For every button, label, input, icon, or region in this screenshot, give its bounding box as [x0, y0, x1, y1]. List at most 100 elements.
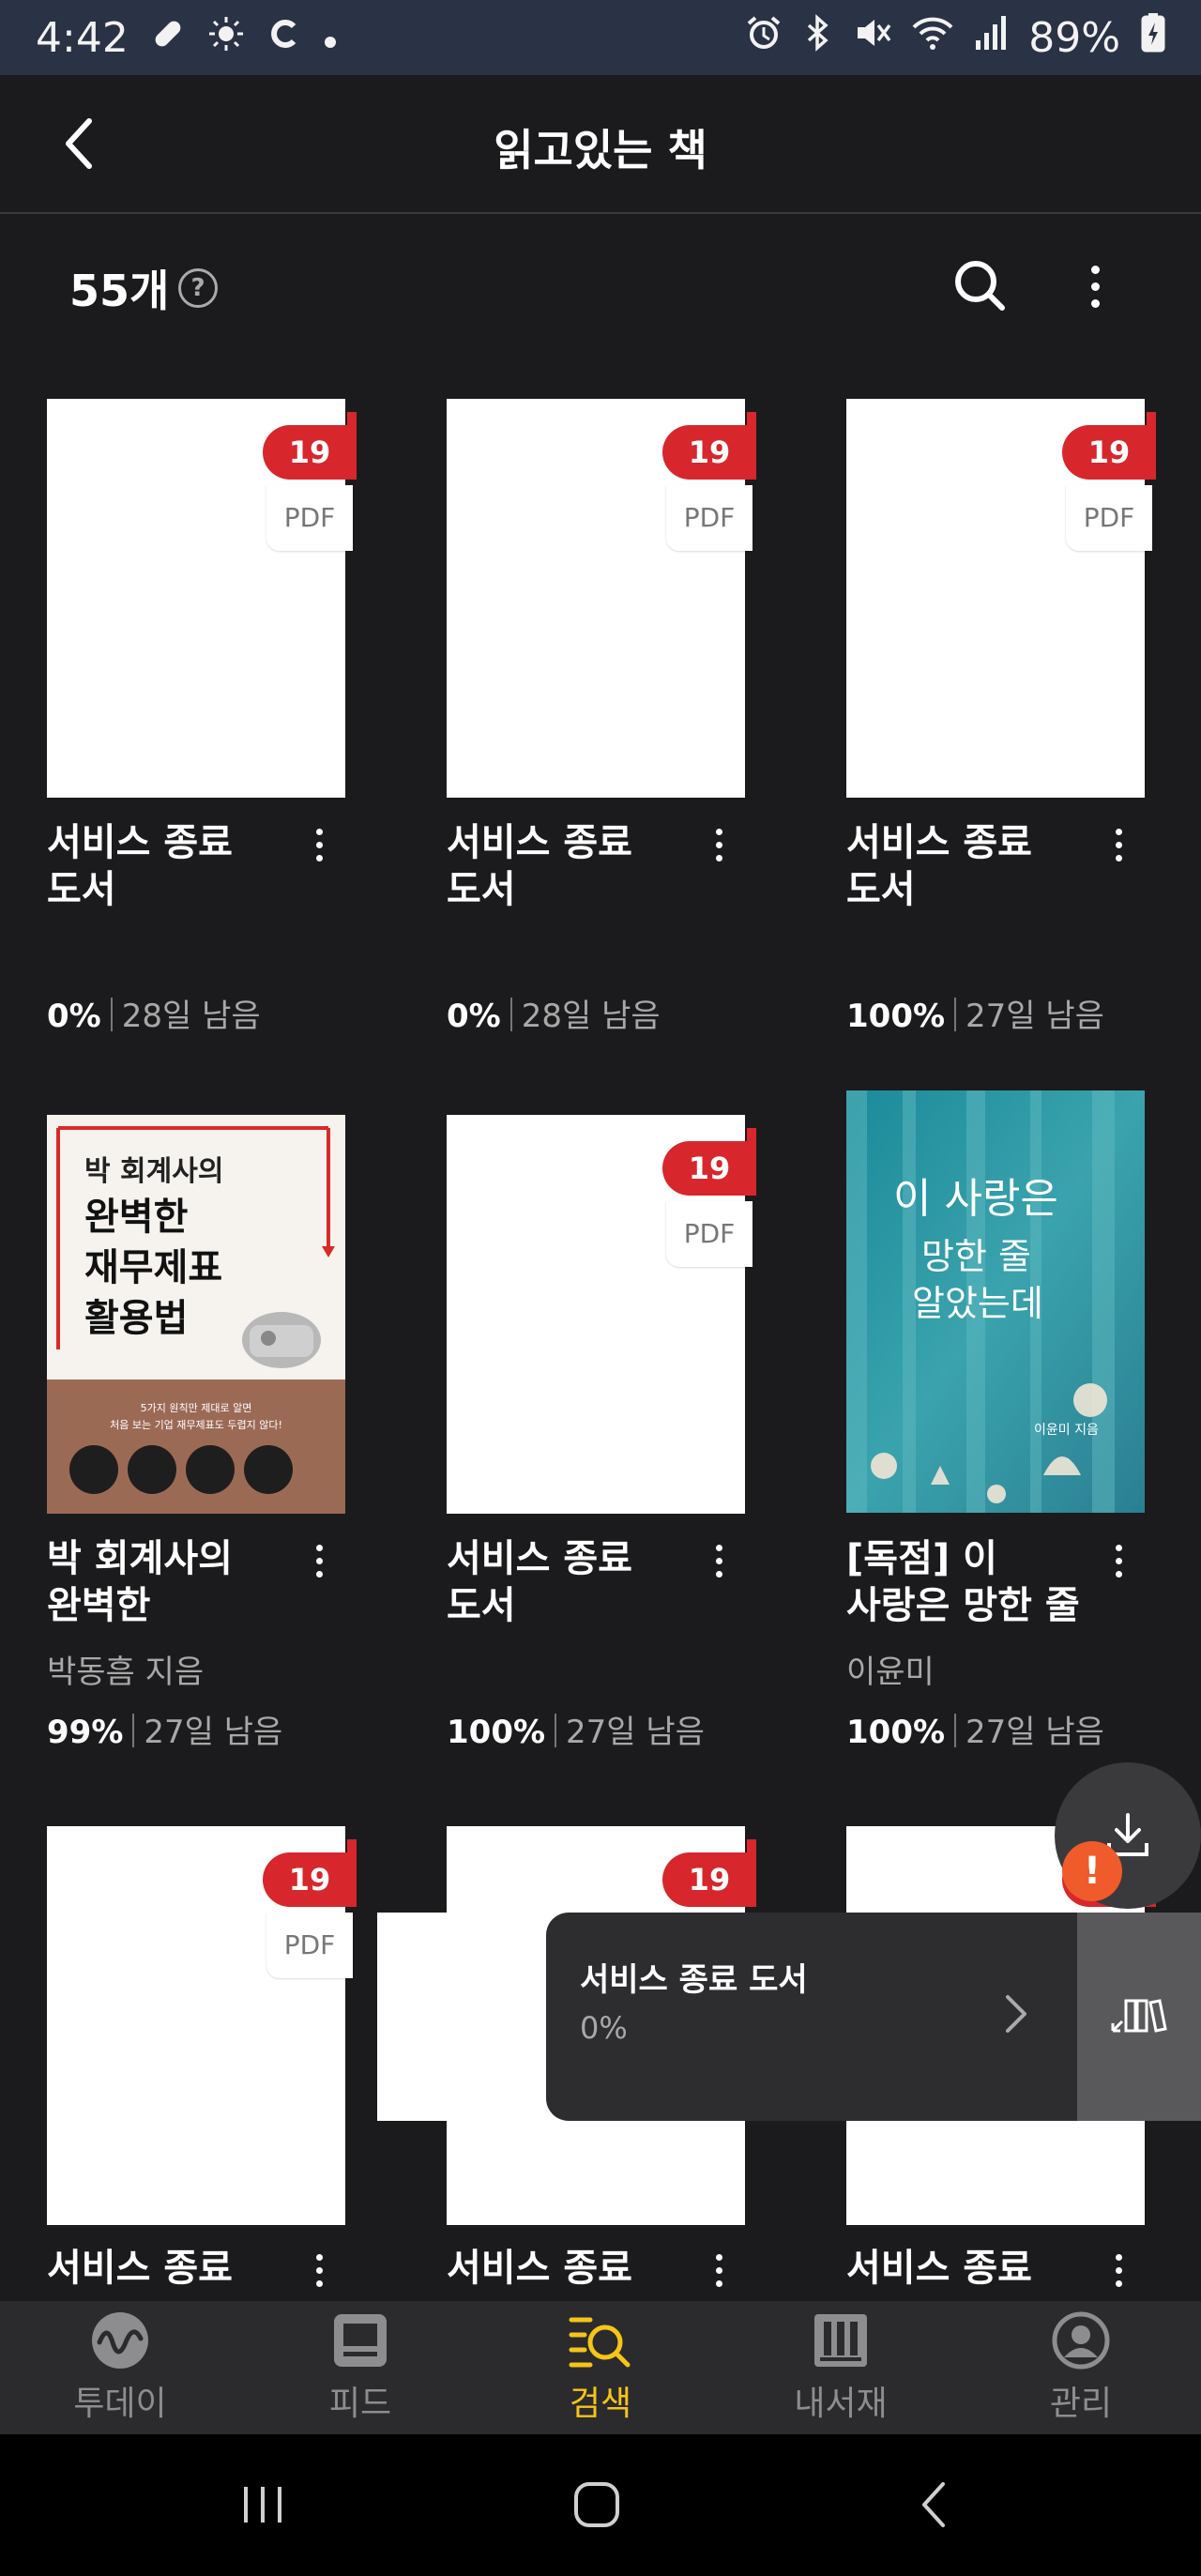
- book-title[interactable]: [독점] 이 사랑은 망한 줄: [846, 1535, 1100, 1629]
- search-button[interactable]: [948, 253, 1013, 319]
- pdf-format-tag: PDF: [1066, 485, 1152, 551]
- pdf-format-tag: PDF: [266, 485, 353, 551]
- system-navigation-bar: [0, 2434, 1201, 2576]
- alarm-icon: [745, 14, 783, 62]
- nav-label: 관리: [1049, 2385, 1113, 2423]
- book-cover[interactable]: 19 PDF: [447, 399, 756, 798]
- bluetooth-icon: [803, 13, 833, 62]
- book-cover[interactable]: 19 PDF: [47, 399, 357, 798]
- signal-icon: [974, 14, 1008, 62]
- cover-text-4: 활용법: [84, 1296, 188, 1340]
- cover-text-3: 알았는데: [912, 1283, 1043, 1324]
- book-progress: 100% 27일 남음: [846, 998, 1104, 1035]
- book-more-button[interactable]: [705, 821, 733, 868]
- nav-manage[interactable]: 관리: [961, 2301, 1201, 2434]
- book-more-button[interactable]: [705, 2247, 733, 2294]
- nav-library[interactable]: 내서재: [721, 2301, 961, 2434]
- accounting-book-cover-image: 박 회계사의 완벽한 재무제표 활용법 5가지 원칙만 제대로 알면 처음 보는…: [47, 1115, 345, 1514]
- book-cover[interactable]: 19 PDF: [447, 1115, 756, 1514]
- help-icon[interactable]: ?: [178, 268, 218, 308]
- nav-today[interactable]: 투데이: [0, 2301, 240, 2434]
- book-title[interactable]: 서비스 종료 도서: [846, 819, 1100, 913]
- book-more-button[interactable]: [305, 821, 333, 868]
- go-to-library-button[interactable]: [1077, 1913, 1201, 2121]
- bookshelf-icon: [1111, 1999, 1167, 2033]
- adult-19-badge: 19: [263, 412, 357, 480]
- cover-text-2: 완벽한: [84, 1195, 189, 1239]
- book-title[interactable]: 서비스 종료: [47, 2245, 300, 2292]
- book-title[interactable]: 서비스 종료 도서: [447, 819, 700, 913]
- battery-icon: [1141, 12, 1165, 63]
- romance-book-cover-image: 이 사랑은 망한 줄 알았는데 이윤미 지음: [846, 1090, 1145, 1513]
- book-item[interactable]: 19 PDF 서비스 종료 도서 100% 27일 남음: [447, 1115, 766, 1753]
- bandage-icon: [149, 15, 187, 61]
- sun-icon: [207, 15, 245, 61]
- home-button[interactable]: [559, 2472, 634, 2538]
- book-cover-romance[interactable]: 이 사랑은 망한 줄 알았는데 이윤미 지음: [846, 1090, 1145, 1513]
- status-bar: 4:42 89%: [0, 0, 1201, 75]
- book-title[interactable]: 서비스 종료 도서: [47, 819, 300, 913]
- recent-apps-button[interactable]: [225, 2472, 300, 2538]
- alert-badge-icon: !: [1062, 1841, 1122, 1901]
- status-time: 4:42: [36, 13, 129, 62]
- book-author: 이윤미: [846, 1654, 935, 1691]
- system-back-button[interactable]: [897, 2472, 972, 2538]
- book-title[interactable]: 서비스 종료: [447, 2245, 700, 2292]
- book-more-button[interactable]: [705, 1537, 733, 1584]
- adult-19-badge: 19: [662, 1839, 756, 1907]
- book-more-button[interactable]: [305, 1537, 333, 1584]
- nav-label: 검색: [569, 2385, 632, 2423]
- continue-reading-title: 서비스 종료 도서: [580, 1961, 808, 1999]
- adult-19-badge: 19: [662, 1128, 756, 1196]
- book-cover[interactable]: 19 PDF: [846, 399, 1156, 798]
- book-progress: 99% 27일 남음: [47, 1714, 283, 1751]
- nav-label: 투데이: [73, 2385, 167, 2423]
- pdf-format-tag: PDF: [266, 1913, 353, 1978]
- book-item[interactable]: 19 PDF 서비스 종료: [47, 1826, 366, 2300]
- search-icon: [955, 261, 1005, 311]
- c-app-icon: [266, 15, 303, 61]
- book-progress: 100% 27일 남음: [447, 1714, 705, 1751]
- continue-reading-open-button[interactable]: [987, 1986, 1043, 2042]
- mute-icon: [854, 14, 891, 62]
- book-more-button[interactable]: [1104, 821, 1133, 868]
- book-more-button[interactable]: [1104, 2247, 1133, 2294]
- svg-text:처음 보는 기업 재무제표도 두렵지 않다!: 처음 보는 기업 재무제표도 두렵지 않다!: [110, 1419, 282, 1431]
- book-author: 박동흠 지음: [47, 1654, 205, 1691]
- cover-text-3: 재무제표: [84, 1245, 222, 1289]
- battery-text: 89%: [1028, 13, 1120, 62]
- cover-tagline: 5가지 원칙만 제대로 알면: [141, 1401, 252, 1414]
- book-item[interactable]: 이 사랑은 망한 줄 알았는데 이윤미 지음 [독점] 이 사랑은 망한 줄 이…: [846, 1090, 1165, 1753]
- nav-search[interactable]: 검색: [480, 2301, 721, 2434]
- book-cover[interactable]: 19 PDF: [47, 1826, 357, 2225]
- book-item[interactable]: 19 PDF 서비스 종료 도서 0% 28일 남음: [47, 399, 366, 1037]
- book-item[interactable]: 19 PDF 서비스 종료 도서 0% 28일 남음: [447, 399, 766, 1037]
- nav-label: 피드: [328, 2385, 392, 2423]
- book-more-button[interactable]: [1104, 1537, 1133, 1584]
- book-title[interactable]: 박 회계사의 완벽한: [47, 1535, 300, 1629]
- cover-text-1: 박 회계사의: [84, 1155, 223, 1188]
- library-icon: [808, 2310, 874, 2370]
- bottom-navigation: 투데이 피드 검색 내서재 관리: [0, 2301, 1201, 2434]
- nav-feed[interactable]: 피드: [240, 2301, 480, 2434]
- continue-reading-popup[interactable]: 서비스 종료 도서 0%: [546, 1913, 1201, 2121]
- wifi-icon: [912, 14, 953, 62]
- book-item[interactable]: 19 PDF 서비스 종료 도서 100% 27일 남음: [846, 399, 1165, 1037]
- more-dot-icon: [1090, 265, 1100, 274]
- book-more-button[interactable]: [305, 2247, 333, 2294]
- home-icon: [574, 2482, 619, 2527]
- book-cover-accounting[interactable]: 박 회계사의 완벽한 재무제표 활용법 5가지 원칙만 제대로 알면 처음 보는…: [47, 1115, 345, 1514]
- book-progress: 0% 28일 남음: [447, 998, 661, 1035]
- profile-icon: [1048, 2310, 1114, 2370]
- more-options-button[interactable]: [1070, 253, 1120, 319]
- book-item[interactable]: 박 회계사의 완벽한 재무제표 활용법 5가지 원칙만 제대로 알면 처음 보는…: [47, 1115, 366, 1753]
- cover-author: 이윤미 지음: [1034, 1423, 1099, 1438]
- pdf-format-tag: PDF: [666, 485, 753, 551]
- cover-text-1: 이 사랑은: [893, 1175, 1058, 1223]
- adult-19-badge: 19: [263, 1839, 357, 1907]
- chevron-right-icon: [1006, 1995, 1026, 2033]
- continue-reading-cover[interactable]: [377, 1913, 520, 2121]
- top-app-bar: 읽고있는 책: [0, 75, 1201, 214]
- book-title[interactable]: 서비스 종료 도서: [447, 1535, 700, 1629]
- book-title[interactable]: 서비스 종료: [846, 2245, 1100, 2292]
